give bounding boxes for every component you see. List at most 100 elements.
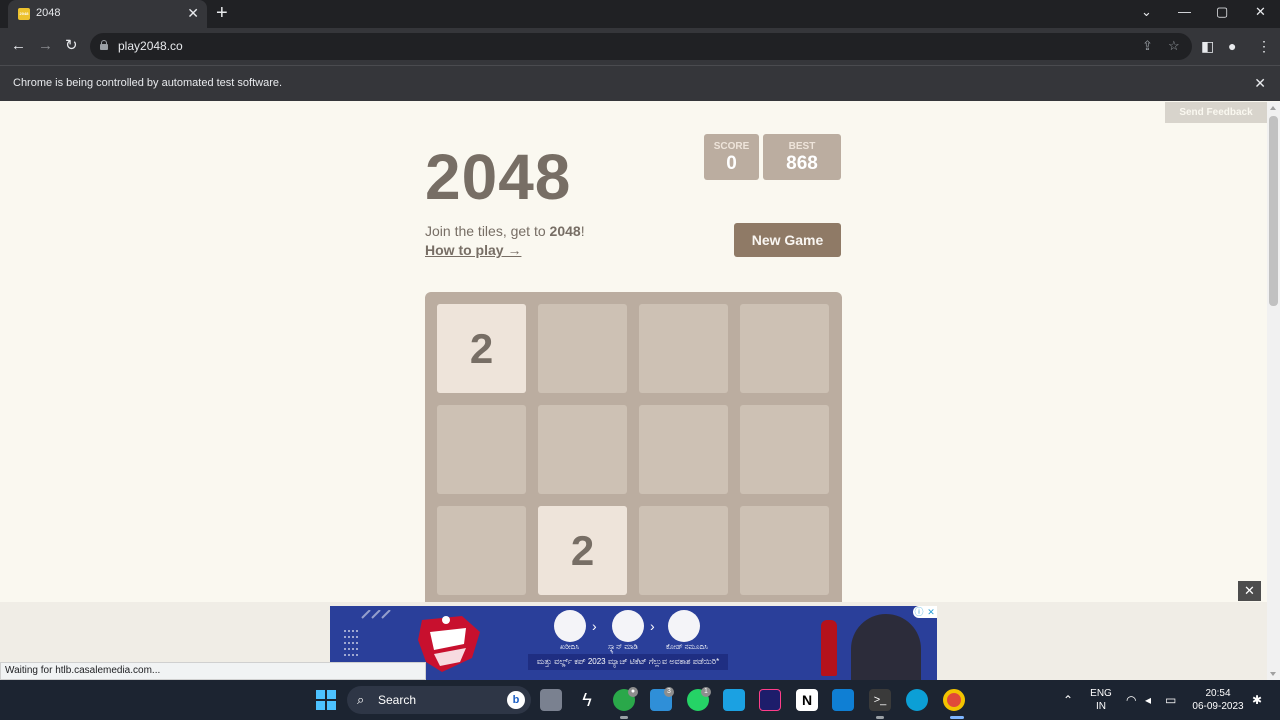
lock-icon[interactable] [100,40,108,50]
board-cell [639,405,728,494]
badge-notification: ● [628,687,638,697]
ad-bottle-image [821,620,837,676]
intellij-icon[interactable] [759,689,781,711]
intro-text: Join the tiles, get to 2048! [425,223,585,239]
scroll-up-icon[interactable] [1270,106,1276,110]
whatsapp-badge: 1 [701,687,711,697]
tab-strip: 2048 2048 ✕ + ⌄ — ▢ ✕ [0,0,1280,28]
start-button-icon[interactable] [316,690,336,710]
browser-toolbar: ← → ↻ play2048.co ⇪ ☆ ◧ ● ⋮ [0,28,1280,65]
new-game-button[interactable]: New Game [734,223,841,257]
board-cell [437,506,526,595]
browser-tab-2048[interactable]: 2048 2048 ✕ [8,0,207,28]
ad-step-code-label: ಕೋಡ್ ನಮೂದಿಸಿ [666,644,708,651]
bookmark-star-icon[interactable]: ☆ [1168,38,1180,54]
running-indicator [620,716,628,719]
tray-overflow-chevron-icon[interactable]: ⌃ [1063,693,1073,707]
remote-desktop-icon[interactable] [723,689,745,711]
mail-badge: 3 [664,687,674,697]
task-view-icon[interactable] [540,689,562,711]
ad-dismiss-icon[interactable]: ✕ [925,606,937,618]
tab-title: 2048 [36,7,61,19]
adchoices-icon[interactable]: ⓘ [913,606,925,618]
ad-person-image [851,614,921,680]
board-cell [538,304,627,393]
best-label: BEST [788,141,816,152]
clock-date: 06-09-2023 [1192,701,1244,712]
notion-icon[interactable]: N [796,689,818,711]
infobar-close-icon[interactable]: ✕ [1254,75,1266,92]
board-cell [740,506,829,595]
taskbar-search-label: Search [378,693,417,707]
infobar-message: Chrome is being controlled by automated … [13,77,283,89]
board-cell [639,506,728,595]
best-box: BEST 868 [763,134,841,180]
lang-line1: ENG [1090,688,1112,699]
clock-time: 20:54 [1205,688,1231,699]
active-indicator [950,716,964,719]
bing-icon[interactable]: b [507,691,525,709]
battery-icon[interactable]: ▭ [1165,693,1176,707]
search-icon: ⌕ [357,692,365,707]
ad-chevron-icon: › [650,618,655,634]
game-title: 2048 [425,141,572,213]
board-cell [437,405,526,494]
volume-icon[interactable]: ◂ [1145,693,1151,707]
clock[interactable]: 20:54 06-09-2023 [1188,687,1248,713]
maximize-icon[interactable]: ▢ [1216,4,1228,20]
language-indicator[interactable]: ENG IN [1088,687,1114,713]
board-cell [639,304,728,393]
notification-bell-icon[interactable]: ✱ [1252,693,1262,707]
ad-chevron-icon: › [592,618,597,634]
page-scrollbar[interactable] [1267,102,1280,680]
page-content: Send Feedback 2048 SCORE 0 BEST 868 Join… [0,102,1267,680]
vscode-icon[interactable] [832,689,854,711]
score-box: SCORE 0 [704,134,759,180]
new-tab-icon[interactable]: + [216,3,228,23]
wifi-icon[interactable]: ◠ [1126,693,1136,707]
score-label: SCORE [713,141,750,152]
address-bar[interactable]: play2048.co ⇪ ☆ [90,33,1192,60]
edge-icon[interactable] [906,689,928,711]
intro-suffix: ! [580,223,585,239]
terminal-icon[interactable]: >_ [869,689,891,711]
board-cell [740,405,829,494]
ad-step-buy-label: ಖರೀದಿಸಿ [560,644,580,651]
board-cell [740,304,829,393]
ad-banner-text: ಮತ್ತು ವರ್ಲ್ಡ್ ಕಪ್ 2023 ಮ್ಯಾಚ್ ಟಿಕೆಟ್ ಗೆಲ… [528,654,728,670]
window-close-icon[interactable]: ✕ [1255,4,1266,20]
reload-icon[interactable]: ↻ [65,37,78,55]
tile: 2 [538,506,627,595]
menu-kebab-icon[interactable]: ⋮ [1257,37,1271,55]
favicon-icon: 2048 [18,8,30,20]
share-icon[interactable]: ⇪ [1142,38,1153,54]
ad-step-scan-label: ಸ್ಕ್ಯಾನ್ ಮಾಡಿ [608,644,638,651]
ad-step-buy-icon [554,610,586,642]
running-indicator [876,716,884,719]
how-to-play-link[interactable]: How to play → [425,242,521,258]
profile-icon[interactable]: ● [1228,37,1236,55]
send-feedback-button[interactable]: Send Feedback [1165,102,1267,123]
automation-infobar: Chrome is being controlled by automated … [0,65,1280,101]
minimize-icon[interactable]: — [1178,4,1191,20]
intro-prefix: Join the tiles, get to [425,223,550,239]
chrome-icon[interactable] [943,689,965,711]
forward-icon[interactable]: → [38,37,53,55]
board-cell [538,405,627,494]
scrollbar-thumb[interactable] [1269,116,1278,306]
intro-target: 2048 [549,223,581,239]
tile: 2 [437,304,526,393]
tab-close-icon[interactable]: ✕ [187,5,199,21]
status-bar: Waiting for htlb.casalemedia.com... [0,662,426,680]
ad-close-button[interactable]: ✕ [1238,581,1261,601]
app-icon-bolt[interactable]: ϟ [576,689,598,711]
url-text[interactable]: play2048.co [118,39,183,53]
back-icon[interactable]: ← [11,37,26,55]
side-panel-icon[interactable]: ◧ [1201,37,1214,55]
tab-search-chevron-icon[interactable]: ⌄ [1141,4,1152,20]
ad-step-code-icon [668,610,700,642]
taskbar-search-box[interactable]: ⌕ Search b [347,686,531,714]
windows-taskbar: ⌕ Search b ϟ ● 3 1 N >_ ⌃ ENG IN ◠ ◂ ▭ 2… [0,680,1280,720]
lang-line2: IN [1096,701,1106,712]
scroll-down-icon[interactable] [1270,672,1276,676]
